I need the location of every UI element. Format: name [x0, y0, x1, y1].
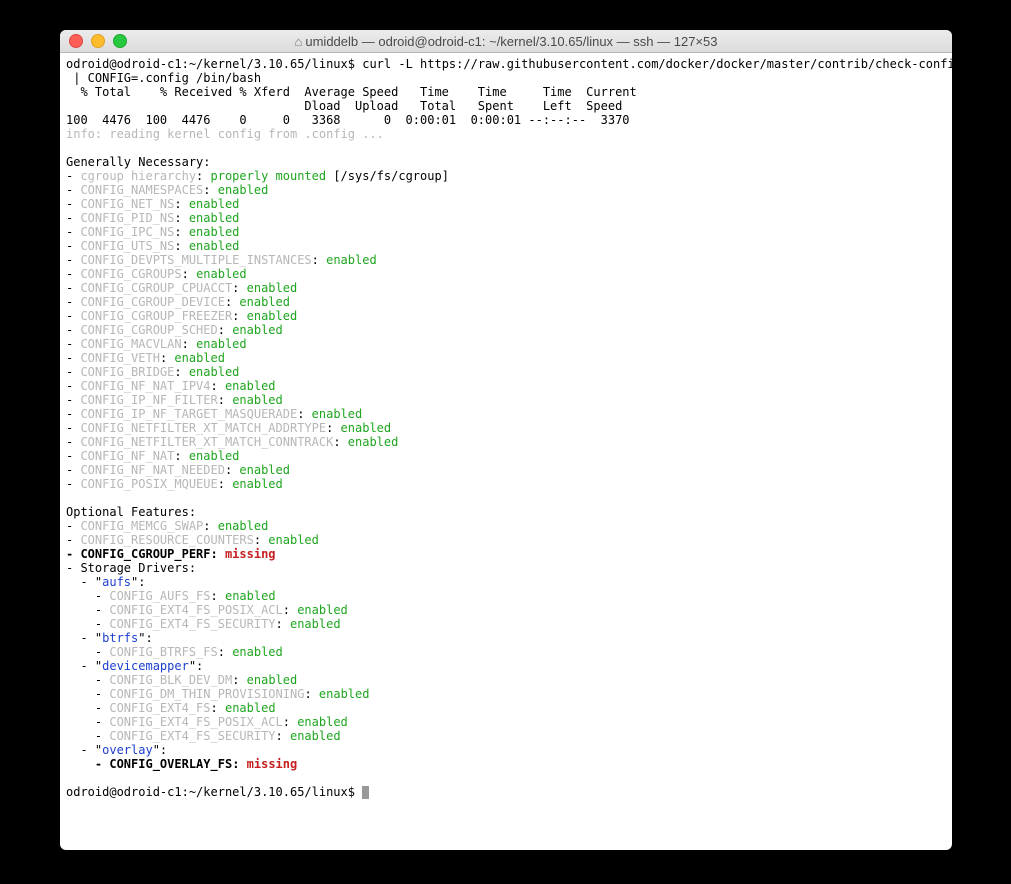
terminal-line: 100 4476 100 4476 0 0 3368 0 0:00:01 0:0… — [66, 113, 946, 127]
terminal-line: - CONFIG_EXT4_FS: enabled — [66, 701, 946, 715]
terminal-line: - CONFIG_DM_THIN_PROVISIONING: enabled — [66, 687, 946, 701]
terminal-body[interactable]: odroid@odroid-c1:~/kernel/3.10.65/linux$… — [60, 53, 952, 803]
window-title-text: umiddelb — odroid@odroid-c1: ~/kernel/3.… — [305, 34, 717, 49]
terminal-line: Generally Necessary: — [66, 155, 946, 169]
terminal-line: - CONFIG_OVERLAY_FS: missing — [66, 757, 946, 771]
terminal-line: - CONFIG_CGROUP_PERF: missing — [66, 547, 946, 561]
terminal-line: - CONFIG_EXT4_FS_POSIX_ACL: enabled — [66, 603, 946, 617]
home-icon: ⌂ — [295, 34, 303, 49]
terminal-line: - "devicemapper": — [66, 659, 946, 673]
titlebar: ⌂umiddelb — odroid@odroid-c1: ~/kernel/3… — [60, 30, 952, 53]
terminal-line: - CONFIG_NET_NS: enabled — [66, 197, 946, 211]
terminal-line: - "overlay": — [66, 743, 946, 757]
terminal-line: - CONFIG_BTRFS_FS: enabled — [66, 645, 946, 659]
terminal-line: - CONFIG_CGROUP_SCHED: enabled — [66, 323, 946, 337]
terminal-line: - CONFIG_VETH: enabled — [66, 351, 946, 365]
terminal-line: - CONFIG_BRIDGE: enabled — [66, 365, 946, 379]
terminal-line: - CONFIG_EXT4_FS_SECURITY: enabled — [66, 729, 946, 743]
terminal-line: - "aufs": — [66, 575, 946, 589]
terminal-line: - CONFIG_EXT4_FS_SECURITY: enabled — [66, 617, 946, 631]
cursor — [362, 786, 369, 799]
terminal-line: - CONFIG_POSIX_MQUEUE: enabled — [66, 477, 946, 491]
terminal-line: - CONFIG_DEVPTS_MULTIPLE_INSTANCES: enab… — [66, 253, 946, 267]
terminal-line: - Storage Drivers: — [66, 561, 946, 575]
terminal-line: - CONFIG_CGROUPS: enabled — [66, 267, 946, 281]
terminal-line: info: reading kernel config from .config… — [66, 127, 946, 141]
terminal-window: ⌂umiddelb — odroid@odroid-c1: ~/kernel/3… — [60, 30, 952, 850]
terminal-line: Dload Upload Total Spent Left Speed — [66, 99, 946, 113]
terminal-line: - CONFIG_NF_NAT: enabled — [66, 449, 946, 463]
terminal-line: - CONFIG_NETFILTER_XT_MATCH_ADDRTYPE: en… — [66, 421, 946, 435]
terminal-line: odroid@odroid-c1:~/kernel/3.10.65/linux$… — [66, 57, 946, 71]
terminal-line — [66, 141, 946, 155]
terminal-line: - CONFIG_NF_NAT_IPV4: enabled — [66, 379, 946, 393]
window-title: ⌂umiddelb — odroid@odroid-c1: ~/kernel/3… — [60, 34, 952, 49]
terminal-line: - CONFIG_AUFS_FS: enabled — [66, 589, 946, 603]
minimize-icon[interactable] — [91, 34, 105, 48]
terminal-line: Optional Features: — [66, 505, 946, 519]
terminal-line: - CONFIG_EXT4_FS_POSIX_ACL: enabled — [66, 715, 946, 729]
terminal-line: - CONFIG_IP_NF_TARGET_MASQUERADE: enable… — [66, 407, 946, 421]
terminal-line: - cgroup hierarchy: properly mounted [/s… — [66, 169, 946, 183]
terminal-line: - CONFIG_IPC_NS: enabled — [66, 225, 946, 239]
maximize-icon[interactable] — [113, 34, 127, 48]
terminal-line: - CONFIG_BLK_DEV_DM: enabled — [66, 673, 946, 687]
terminal-line: - CONFIG_MACVLAN: enabled — [66, 337, 946, 351]
terminal-line: - CONFIG_RESOURCE_COUNTERS: enabled — [66, 533, 946, 547]
terminal-line: - CONFIG_CGROUP_FREEZER: enabled — [66, 309, 946, 323]
terminal-line — [66, 771, 946, 785]
terminal-line: - CONFIG_NAMESPACES: enabled — [66, 183, 946, 197]
terminal-line: | CONFIG=.config /bin/bash — [66, 71, 946, 85]
terminal-line: - CONFIG_PID_NS: enabled — [66, 211, 946, 225]
terminal-line: - CONFIG_CGROUP_CPUACCT: enabled — [66, 281, 946, 295]
terminal-line: - CONFIG_NETFILTER_XT_MATCH_CONNTRACK: e… — [66, 435, 946, 449]
terminal-line: - CONFIG_CGROUP_DEVICE: enabled — [66, 295, 946, 309]
terminal-line: odroid@odroid-c1:~/kernel/3.10.65/linux$ — [66, 785, 946, 799]
window-controls — [60, 34, 127, 48]
terminal-line: - "btrfs": — [66, 631, 946, 645]
terminal-line — [66, 491, 946, 505]
terminal-line: - CONFIG_UTS_NS: enabled — [66, 239, 946, 253]
terminal-line: - CONFIG_NF_NAT_NEEDED: enabled — [66, 463, 946, 477]
close-icon[interactable] — [69, 34, 83, 48]
terminal-line: % Total % Received % Xferd Average Speed… — [66, 85, 946, 99]
terminal-line: - CONFIG_MEMCG_SWAP: enabled — [66, 519, 946, 533]
terminal-line: - CONFIG_IP_NF_FILTER: enabled — [66, 393, 946, 407]
